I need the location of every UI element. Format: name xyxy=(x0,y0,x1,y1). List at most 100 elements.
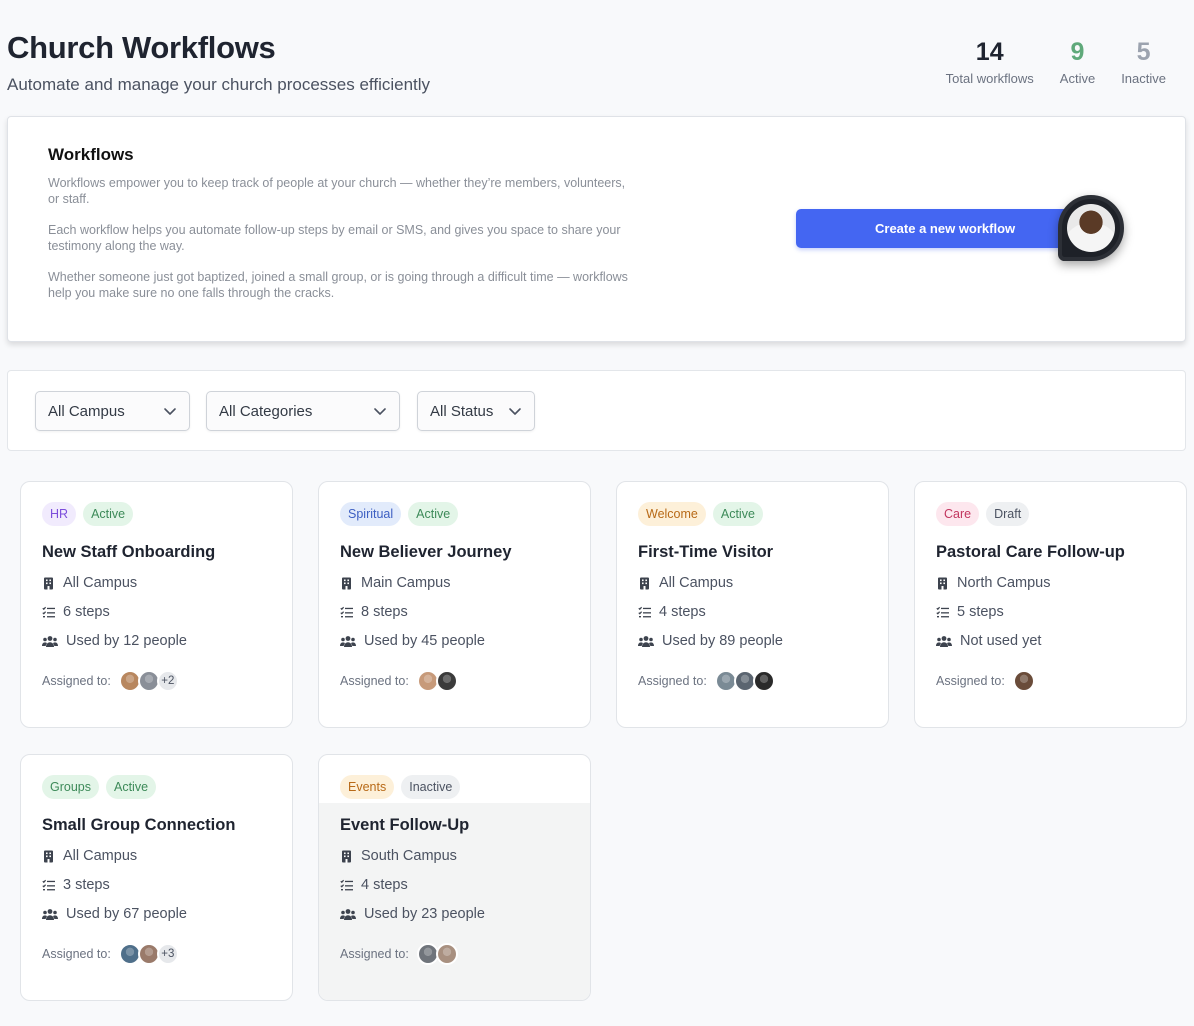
status-badge: Active xyxy=(106,775,157,799)
building-icon xyxy=(342,850,351,862)
intro-heading: Workflows xyxy=(48,145,134,164)
card-badges: Spiritual Active xyxy=(340,502,459,526)
checklist-icon xyxy=(42,879,55,890)
workflow-campus-text: North Campus xyxy=(957,575,1051,591)
intro-paragraph: Whether someone just got baptized, joine… xyxy=(48,270,628,300)
assignee-avatars xyxy=(1012,670,1035,692)
workflow-campus: North Campus xyxy=(936,575,1050,591)
workflow-title: First-Time Visitor xyxy=(638,543,774,561)
users-icon xyxy=(340,908,356,920)
assigned-label: Assigned to: xyxy=(42,674,111,688)
status-filter-value: All Status xyxy=(430,402,494,420)
building-icon xyxy=(640,577,649,589)
workflow-title: New Believer Journey xyxy=(340,543,512,561)
workflow-steps-text: 3 steps xyxy=(63,877,110,893)
building-icon xyxy=(44,850,53,862)
workflow-campus-text: All Campus xyxy=(63,848,138,864)
workflow-campus-text: Main Campus xyxy=(361,575,451,591)
campus-filter-value: All Campus xyxy=(48,402,125,420)
workflow-card[interactable]: HR Active New Staff Onboarding All Campus 6 … xyxy=(20,481,293,728)
building-icon xyxy=(938,577,947,589)
workflow-usage: Used by 67 people xyxy=(42,906,187,922)
workflow-card[interactable]: Groups Active Small Group Connection All Ca… xyxy=(20,754,293,1001)
category-badge: Spiritual xyxy=(340,502,402,526)
workflow-campus: All Campus xyxy=(42,848,137,864)
workflow-usage-text: Used by 23 people xyxy=(364,906,485,922)
workflow-campus-text: All Campus xyxy=(659,575,734,591)
workflow-campus: South Campus xyxy=(340,848,457,864)
chevron-down-icon xyxy=(164,408,176,415)
checklist-icon xyxy=(936,606,949,617)
workflow-title: Pastoral Care Follow-up xyxy=(936,543,1125,561)
assigned-label: Assigned to: xyxy=(638,674,707,688)
campus-filter-select[interactable]: All Campus xyxy=(35,391,190,431)
workflow-steps: 4 steps xyxy=(638,604,706,620)
workflow-steps-text: 4 steps xyxy=(361,877,408,893)
status-filter-select[interactable]: All Status xyxy=(417,391,535,431)
more-assignees-count: +2 xyxy=(156,670,179,692)
status-badge: Active xyxy=(712,502,763,526)
category-badge: HR xyxy=(42,502,77,526)
page-subtitle: Automate and manage your church processe… xyxy=(7,75,431,94)
workflow-card[interactable]: Care Draft Pastoral Care Follow-up North Ca… xyxy=(914,481,1187,728)
workflow-card[interactable]: Welcome Active First-Time Visitor All Campu… xyxy=(616,481,889,728)
filter-bar: All Campus All Categories All Status xyxy=(7,370,1186,451)
workflow-steps-text: 8 steps xyxy=(361,604,408,620)
assigned-to: Assigned to: xyxy=(340,670,458,692)
page-title: Church Workflows xyxy=(7,30,276,65)
workflow-steps-text: 6 steps xyxy=(63,604,110,620)
category-badge: Groups xyxy=(42,775,99,799)
workflow-steps-text: 4 steps xyxy=(659,604,706,620)
assigned-label: Assigned to: xyxy=(340,674,409,688)
workflow-steps: 5 steps xyxy=(936,604,1004,620)
workflows-intro-panel: Workflows Workflows empower you to keep … xyxy=(7,116,1186,342)
checklist-icon xyxy=(340,606,353,617)
assignee-avatars: +3 xyxy=(118,943,179,965)
intro-paragraph: Each workflow helps you automate follow-… xyxy=(48,223,621,253)
stat-inactive: 5 Inactive xyxy=(1121,38,1166,86)
workflow-card[interactable]: Spiritual Active New Believer Journey Main … xyxy=(318,481,591,728)
status-badge: Active xyxy=(83,502,134,526)
workflow-card[interactable]: Events Inactive Event Follow-Up South Campu… xyxy=(318,754,591,1001)
assigned-to: Assigned to: +2 xyxy=(42,670,179,692)
building-icon xyxy=(342,577,351,589)
stat-inactive-value: 5 xyxy=(1136,38,1151,66)
users-icon xyxy=(340,635,356,647)
category-filter-select[interactable]: All Categories xyxy=(206,391,400,431)
workflow-usage-text: Not used yet xyxy=(960,633,1042,649)
assignee-avatar xyxy=(752,670,775,692)
workflow-steps: 8 steps xyxy=(340,604,408,620)
card-badges: Welcome Active xyxy=(638,502,763,526)
assigned-label: Assigned to: xyxy=(42,947,111,961)
card-badges: Events Inactive xyxy=(340,775,461,799)
assigned-to: Assigned to: xyxy=(340,943,458,965)
assistant-avatar[interactable] xyxy=(1058,195,1124,261)
workflow-steps-text: 5 steps xyxy=(957,604,1004,620)
stat-inactive-label: Inactive xyxy=(1121,71,1166,86)
workflow-title: Event Follow-Up xyxy=(340,816,470,834)
assigned-to: Assigned to: xyxy=(638,670,775,692)
stat-active-label: Active xyxy=(1059,71,1096,86)
assigned-label: Assigned to: xyxy=(340,947,409,961)
assignee-avatar xyxy=(1012,670,1035,692)
workflow-steps: 3 steps xyxy=(42,877,110,893)
assignee-avatars xyxy=(416,670,458,692)
workflow-usage-text: Used by 12 people xyxy=(66,633,187,649)
assignee-avatars xyxy=(714,670,775,692)
category-badge: Welcome xyxy=(638,502,706,526)
assignee-avatars xyxy=(416,943,458,965)
stat-active-value: 9 xyxy=(1070,38,1085,66)
card-badges: Care Draft xyxy=(936,502,1030,526)
create-workflow-button[interactable]: Create a new workflow xyxy=(796,209,1096,248)
stat-total-value: 14 xyxy=(975,38,1004,66)
assigned-to: Assigned to: +3 xyxy=(42,943,179,965)
chevron-down-icon xyxy=(509,408,521,415)
workflow-campus: All Campus xyxy=(638,575,733,591)
checklist-icon xyxy=(42,606,55,617)
stat-total: 14 Total workflows xyxy=(946,38,1034,86)
workflow-campus-text: South Campus xyxy=(361,848,457,864)
category-badge: Care xyxy=(936,502,980,526)
status-badge: Inactive xyxy=(401,775,461,799)
category-badge: Events xyxy=(340,775,395,799)
workflow-campus-text: All Campus xyxy=(63,575,138,591)
